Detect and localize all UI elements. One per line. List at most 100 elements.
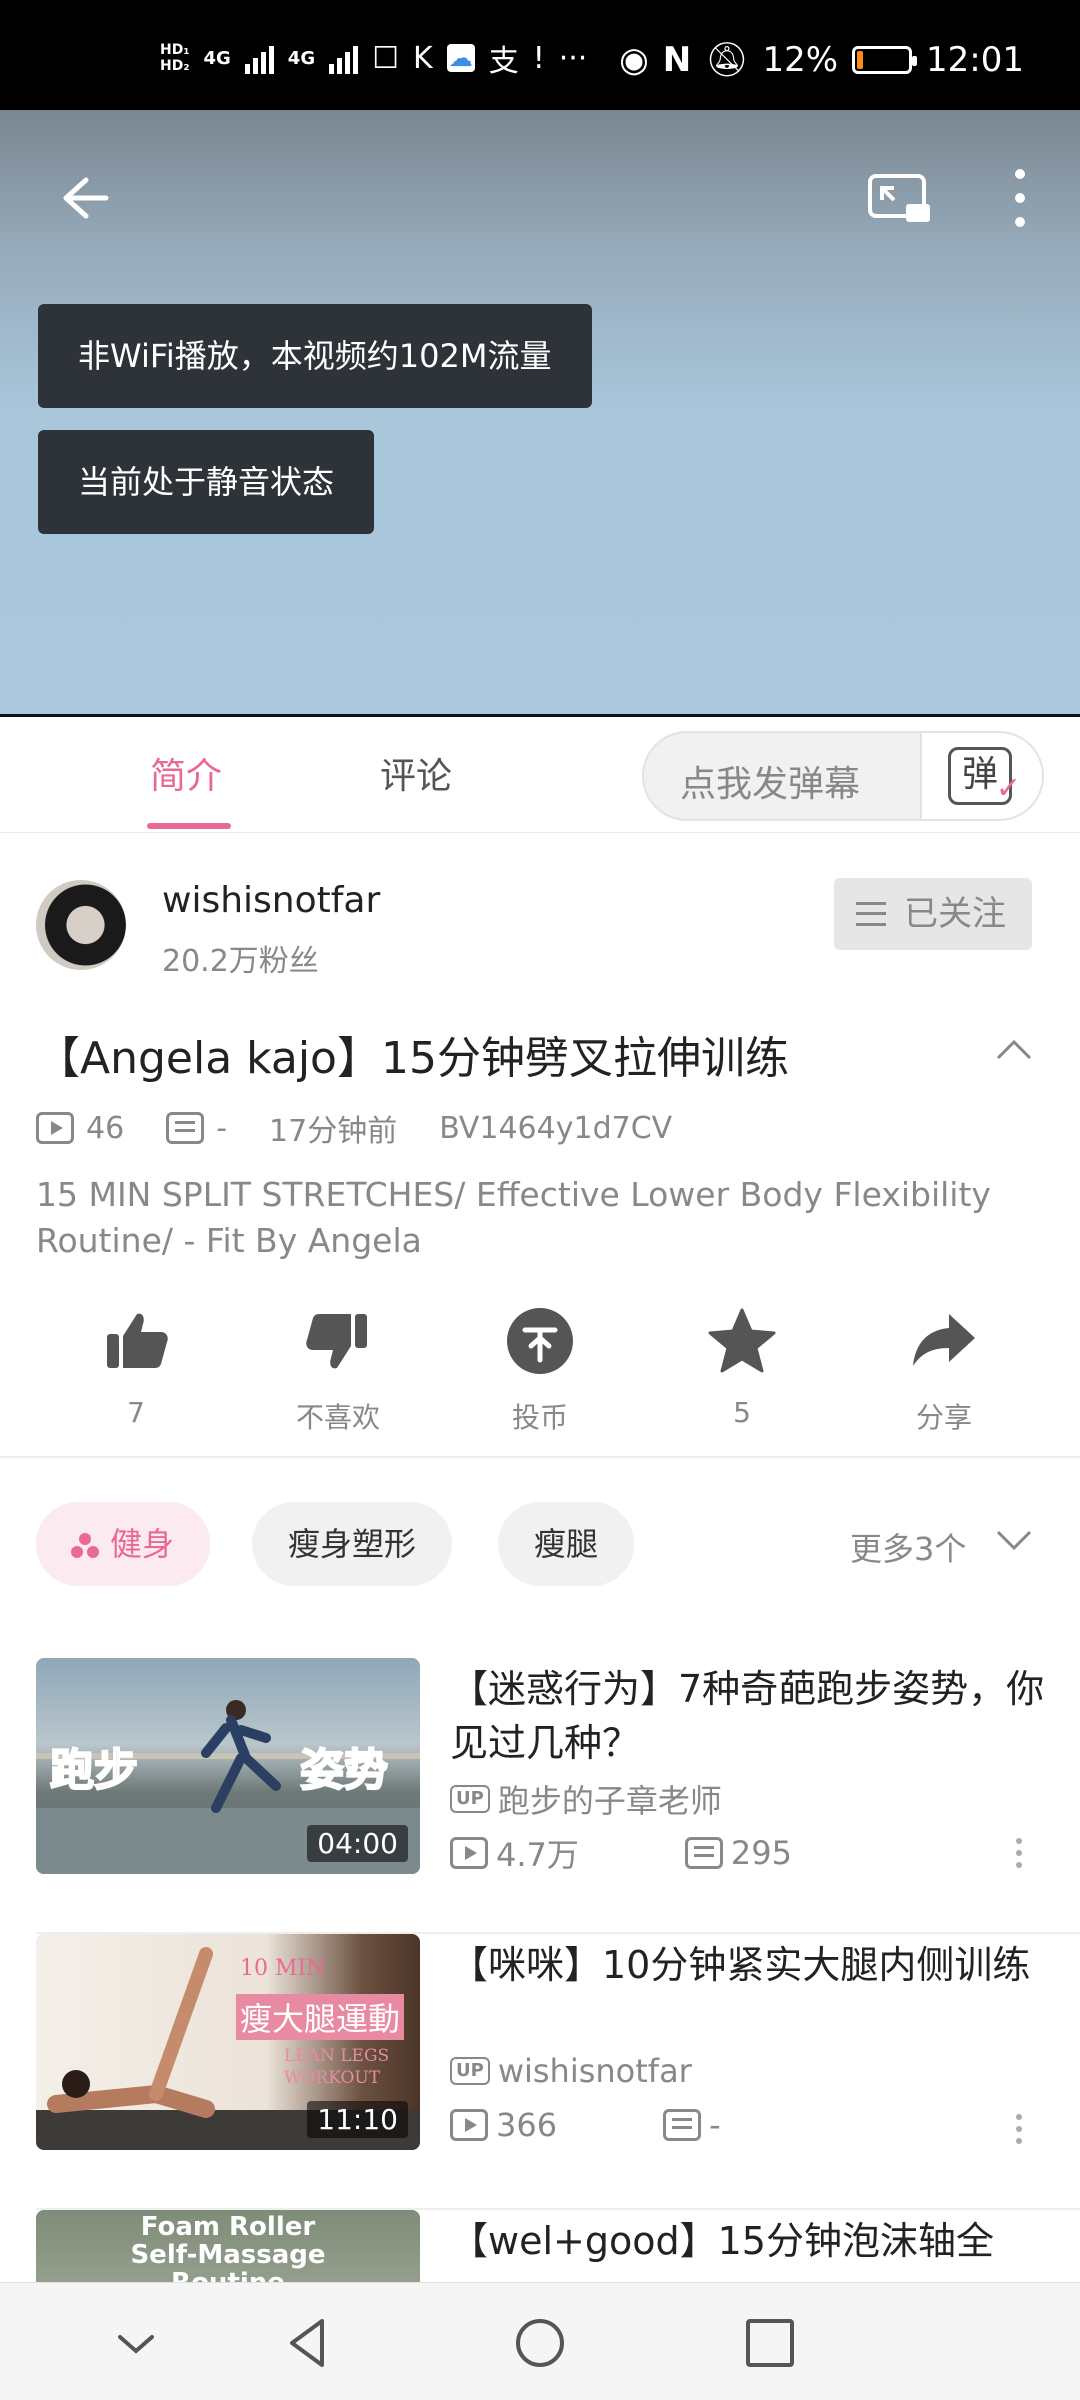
battery-fill	[857, 51, 864, 69]
related-uploader: UP wishisnotfar	[450, 2052, 692, 2090]
thumb-text-10min: 10 MIN	[240, 1956, 326, 1981]
follow-button[interactable]: 已关注	[834, 878, 1032, 950]
thumb-text-left: 跑步	[49, 1744, 139, 1797]
eye-icon: ◉	[619, 40, 649, 80]
chevron-up-icon[interactable]	[994, 1030, 1034, 1070]
cloud-icon: ☁	[446, 44, 475, 72]
tab-comments[interactable]: 评论	[380, 747, 452, 799]
play-count: 46	[86, 1110, 125, 1146]
data-usage-toast: 非WiFi播放，本视频约102M流量	[38, 304, 592, 408]
danmu-toggle-button[interactable]: 弹	[920, 733, 1042, 819]
share-button[interactable]: 分享	[874, 1300, 1014, 1436]
battery-percent: 12%	[762, 40, 839, 80]
back-arrow-icon[interactable]	[56, 170, 112, 226]
tag-slim-legs[interactable]: 瘦腿	[498, 1502, 635, 1586]
related-title: 【迷惑行为】7种奇葩跑步姿势，你见过几种？	[450, 1667, 1045, 1765]
status-right: ◉ N 🔕︎ 12% 12:01	[619, 40, 1024, 80]
item-more-icon[interactable]	[1016, 2114, 1024, 2144]
coin-icon	[507, 1308, 573, 1374]
tab-bar: 简介 评论 点我发弹幕 弹	[0, 717, 1080, 833]
thumb-text-line1: Foam Roller	[140, 2212, 316, 2242]
video-thumbnail[interactable]: 跑步 姿势 04:00	[36, 1658, 420, 1874]
mute-bell-icon: 🔕︎	[705, 40, 749, 80]
battery-icon	[852, 46, 918, 74]
danmu-placeholder: 点我发弹幕	[680, 764, 861, 805]
up-badge: UP	[450, 1785, 490, 1813]
app-k-icon: K	[413, 40, 433, 76]
danmaku-count: 295	[730, 1834, 792, 1872]
signal-2-icon	[329, 42, 359, 74]
tag-label: 健身	[110, 1525, 175, 1563]
like-count: 7	[127, 1396, 145, 1429]
danmaku-count-icon	[663, 2109, 702, 2141]
coin-label: 投币	[511, 1401, 568, 1434]
play-count-icon	[36, 1112, 74, 1144]
video-player[interactable]: 非WiFi播放，本视频约102M流量 当前处于静音状态	[0, 110, 1080, 714]
follow-label: 已关注	[904, 894, 1006, 934]
network-1-label: 4G	[203, 47, 231, 69]
thumbs-down-icon	[306, 1314, 367, 1369]
divider	[0, 1456, 1080, 1458]
signal-1-icon	[244, 42, 274, 74]
alert-icon: !	[532, 40, 545, 76]
play-count-icon	[450, 2109, 488, 2141]
alipay-icon: 支	[488, 44, 519, 79]
bvid: BV1464y1d7CV	[439, 1110, 673, 1146]
app-notification-icon: ☐	[372, 40, 400, 76]
danmaku-count-icon	[166, 1112, 205, 1144]
video-thumbnail[interactable]: 10 MIN 瘦大腿運動 LEAN LEGS WORKOUT 11:10	[36, 1934, 420, 2150]
chevron-down-icon[interactable]	[994, 1520, 1034, 1560]
uploader-name[interactable]: wishisnotfar	[162, 880, 380, 921]
tag-fitness[interactable]: 健身	[36, 1502, 211, 1586]
danmu-icon: 弹	[948, 747, 1021, 814]
tab-active-indicator	[147, 823, 231, 829]
screen-cast-icon[interactable]	[866, 170, 932, 226]
tab-intro[interactable]: 简介	[150, 747, 222, 799]
video-duration: 11:10	[307, 2101, 408, 2138]
home-circle-icon[interactable]	[510, 2313, 570, 2373]
favorite-button[interactable]: 5	[672, 1300, 812, 1429]
star-icon	[708, 1308, 776, 1373]
dislike-button[interactable]: 不喜欢	[268, 1300, 408, 1436]
more-options-icon[interactable]	[1000, 166, 1040, 230]
share-label: 分享	[915, 1401, 972, 1434]
video-duration: 04:00	[307, 1825, 408, 1862]
up-badge: UP	[450, 2057, 490, 2085]
related-stats: 366 -	[450, 2106, 721, 2144]
video-title: 【Angela kajo】15分钟劈叉拉伸训练	[36, 1033, 789, 1084]
tag-slimming[interactable]: 瘦身塑形	[252, 1502, 453, 1586]
channel-dots-icon	[71, 1533, 99, 1558]
related-title: 【wel+good】15分钟泡沫轴全	[450, 2219, 994, 2263]
dislike-label: 不喜欢	[295, 1401, 380, 1434]
uploader-fans: 20.2万粉丝	[162, 944, 319, 979]
status-bar: HD₁ HD₂ 4G 4G ☐ K ☁ 支 ! ··· ◉ N 🔕︎ 12% 12…	[0, 0, 1080, 110]
uploader-name: 跑步的子章老师	[497, 1782, 722, 1820]
more-tags-button[interactable]: 更多3个	[850, 1524, 966, 1570]
thumb-text-workout: WORKOUT	[284, 2068, 381, 2088]
danmaku-count-icon	[684, 1837, 723, 1869]
danmaku-count: -	[216, 1110, 228, 1146]
coin-button[interactable]: 投币	[470, 1300, 610, 1436]
system-nav-bar	[0, 2282, 1080, 2400]
related-video-item[interactable]: 10 MIN 瘦大腿運動 LEAN LEGS WORKOUT 11:10 【咪咪…	[0, 1934, 1080, 2210]
play-count: 366	[496, 2106, 558, 2144]
avatar[interactable]	[36, 880, 126, 970]
share-arrow-icon	[913, 1314, 975, 1366]
clock: 12:01	[926, 40, 1024, 80]
menu-icon	[856, 902, 886, 926]
video-meta: 46 - 17分钟前 BV1464y1d7CV	[36, 1106, 672, 1150]
thumb-text-right: 姿势	[299, 1744, 389, 1797]
mute-toast: 当前处于静音状态	[38, 430, 375, 534]
recents-square-icon[interactable]	[740, 2313, 800, 2373]
video-description: 15 MIN SPLIT STRETCHES/ Effective Lower …	[36, 1175, 991, 1260]
danmaku-count: -	[709, 2106, 721, 2144]
item-more-icon[interactable]	[1016, 1838, 1024, 1868]
action-row: 7 不喜欢 投币 5 分享	[0, 1300, 1080, 1440]
status-left: HD₁ HD₂ 4G 4G ☐ K ☁ 支 ! ···	[160, 36, 587, 80]
like-button[interactable]: 7	[66, 1300, 206, 1429]
back-triangle-icon[interactable]	[278, 2313, 338, 2373]
danmu-input[interactable]: 点我发弹幕 弹	[642, 731, 1044, 821]
collapse-down-icon[interactable]	[106, 2313, 166, 2373]
related-video-item[interactable]: 跑步 姿势 04:00 【迷惑行为】7种奇葩跑步姿势，你见过几种？ UP 跑步的…	[0, 1658, 1080, 1934]
related-uploader: UP 跑步的子章老师	[450, 1776, 722, 1822]
